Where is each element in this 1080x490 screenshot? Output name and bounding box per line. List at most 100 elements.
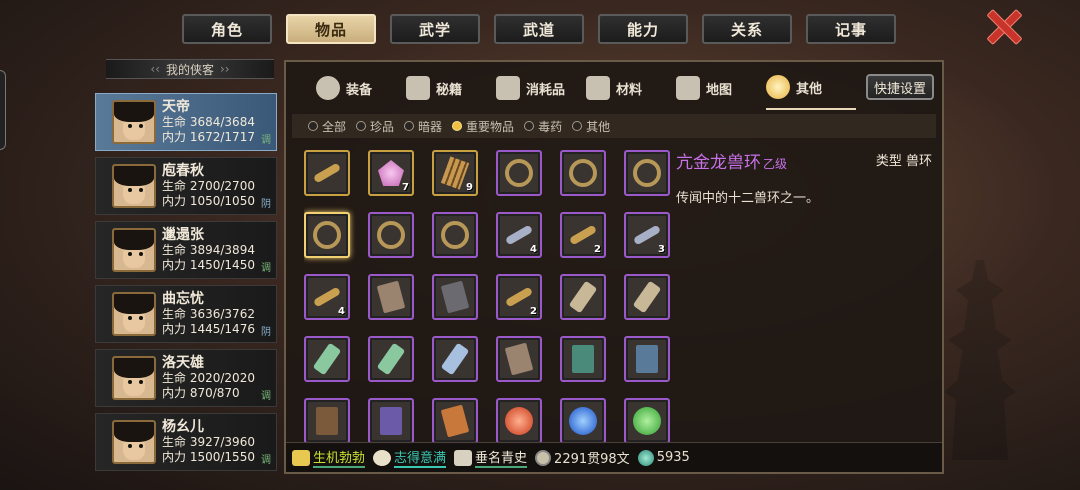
character-card[interactable]: 庖春秋 生命 2700/2700 内力 1050/1050 阴	[95, 157, 277, 215]
item-slot[interactable]	[432, 336, 478, 382]
avatar-eye	[128, 380, 132, 384]
item-slot[interactable]	[304, 212, 350, 258]
item-slot[interactable]	[560, 150, 606, 196]
filter-option[interactable]: 其他	[572, 118, 610, 135]
item-slot[interactable]	[560, 336, 606, 382]
item-slot[interactable]	[368, 336, 414, 382]
filter-option[interactable]: 暗器	[404, 118, 442, 135]
avatar-hair	[114, 294, 154, 314]
face-icon	[373, 449, 392, 466]
hp-row: 生命 3636/3762	[162, 307, 255, 322]
vitality-status[interactable]: 生机勃勃	[292, 447, 366, 468]
hp-row: 生命 3894/3894	[162, 243, 255, 258]
top-tab-1[interactable]: 物品	[286, 14, 376, 44]
item-slot[interactable]	[368, 212, 414, 258]
close-icon[interactable]	[985, 8, 1021, 44]
filter-option[interactable]: 珍品	[356, 118, 394, 135]
category-label: 装备	[346, 82, 373, 98]
character-card[interactable]: 曲忘忧 生命 3636/3762 内力 1445/1476 阴	[95, 285, 277, 343]
item-slot[interactable]	[496, 398, 542, 444]
item-slot[interactable]	[496, 336, 542, 382]
avatar-eye	[128, 316, 132, 320]
top-tab-4[interactable]: 能力	[598, 14, 688, 44]
mood-status[interactable]: 志得意满	[373, 447, 447, 468]
category-tab-2[interactable]: 消耗品	[496, 66, 586, 110]
avatar	[112, 356, 156, 400]
item-type-value: 兽环	[905, 154, 932, 169]
item-name: 亢金龙兽环	[676, 153, 761, 173]
item-slot[interactable]: 4	[496, 212, 542, 258]
item-slot[interactable]	[432, 212, 478, 258]
side-drawer-handle[interactable]	[0, 70, 6, 150]
category-label: 秘籍	[436, 82, 463, 98]
plate-icon	[376, 280, 406, 314]
item-grid: 7 9 4 2 3 4 2	[304, 150, 672, 450]
fame-status[interactable]: 垂名青史	[454, 447, 528, 468]
category-tab-0[interactable]: 装备	[316, 66, 406, 110]
category-tab-5[interactable]: 其他	[766, 66, 856, 110]
character-card[interactable]: 邋遢张 生命 3894/3894 内力 1450/1450 调	[95, 221, 277, 279]
status-bar: 生机勃勃 志得意满 垂名青史 2291贯98文 5935	[286, 442, 942, 472]
item-slot[interactable]	[624, 336, 670, 382]
item-slot[interactable]	[432, 274, 478, 320]
item-type: 类型 兽环	[876, 150, 932, 169]
character-card[interactable]: 天帝 生命 3684/3684 内力 1672/1717 调	[95, 93, 277, 151]
filter-option[interactable]: 全部	[308, 118, 346, 135]
category-tab-1[interactable]: 秘籍	[406, 66, 496, 110]
item-slot[interactable]	[304, 398, 350, 444]
item-slot[interactable]	[304, 336, 350, 382]
plate-icon	[440, 404, 470, 438]
item-slot[interactable]	[560, 398, 606, 444]
item-slot[interactable]: 2	[496, 274, 542, 320]
item-slot[interactable]	[624, 274, 670, 320]
jade-text: 5935	[656, 450, 690, 465]
money-text: 2291贯98文	[554, 452, 630, 467]
item-slot[interactable]: 3	[624, 212, 670, 258]
mood-text: 志得意满	[394, 447, 447, 468]
hp-label: 生命	[162, 434, 187, 449]
ring-icon	[441, 221, 469, 249]
filter-bar: 全部 珍品 暗器 重要物品 毒药 其他	[292, 114, 936, 138]
category-tab-3[interactable]: 材料	[586, 66, 676, 110]
item-slot[interactable]	[304, 150, 350, 196]
mp-row: 内力 1050/1050	[162, 194, 255, 209]
item-count: 9	[466, 182, 473, 193]
quick-settings-button[interactable]: 快捷设置	[866, 74, 934, 100]
avatar-eye	[139, 124, 143, 128]
top-tab-5[interactable]: 关系	[702, 14, 792, 44]
item-slot[interactable]	[368, 398, 414, 444]
top-tab-3[interactable]: 武道	[494, 14, 584, 44]
mp-label: 内力	[162, 129, 187, 144]
category-tab-4[interactable]: 地图	[676, 66, 766, 110]
hp-label: 生命	[162, 114, 187, 129]
filter-option[interactable]: 毒药	[524, 118, 562, 135]
item-slot[interactable]	[432, 398, 478, 444]
character-name: 杨幺儿	[162, 418, 204, 435]
item-slot[interactable]	[560, 274, 606, 320]
item-slot[interactable]: 2	[560, 212, 606, 258]
jade-status: 5935	[637, 449, 690, 466]
radio-icon	[356, 121, 367, 131]
item-slot[interactable]	[368, 274, 414, 320]
item-count: 7	[402, 182, 409, 193]
character-card[interactable]: 洛天雄 生命 2020/2020 内力 870/870 调	[95, 349, 277, 407]
mp-value: 1050/1050	[189, 193, 255, 208]
top-tab-6[interactable]: 记事	[806, 14, 896, 44]
orb-icon	[569, 407, 597, 435]
item-slot[interactable]	[624, 398, 670, 444]
item-slot[interactable]: 4	[304, 274, 350, 320]
character-info: 洛天雄 生命 2020/2020 内力 870/870	[162, 355, 255, 401]
key-icon	[312, 286, 342, 308]
top-tab-0[interactable]: 角色	[182, 14, 272, 44]
ring-icon	[313, 221, 341, 249]
top-tab-2[interactable]: 武学	[390, 14, 480, 44]
item-slot[interactable]	[496, 150, 542, 196]
filter-option[interactable]: 重要物品	[452, 118, 514, 135]
character-card[interactable]: 杨幺儿 生命 3927/3960 内力 1500/1550 调	[95, 413, 277, 471]
avatar-eye	[128, 124, 132, 128]
item-slot[interactable]: 9	[432, 150, 478, 196]
item-slot[interactable]: 7	[368, 150, 414, 196]
banner-icon	[454, 449, 473, 466]
character-info: 天帝 生命 3684/3684 内力 1672/1717	[162, 99, 255, 145]
item-slot[interactable]	[624, 150, 670, 196]
